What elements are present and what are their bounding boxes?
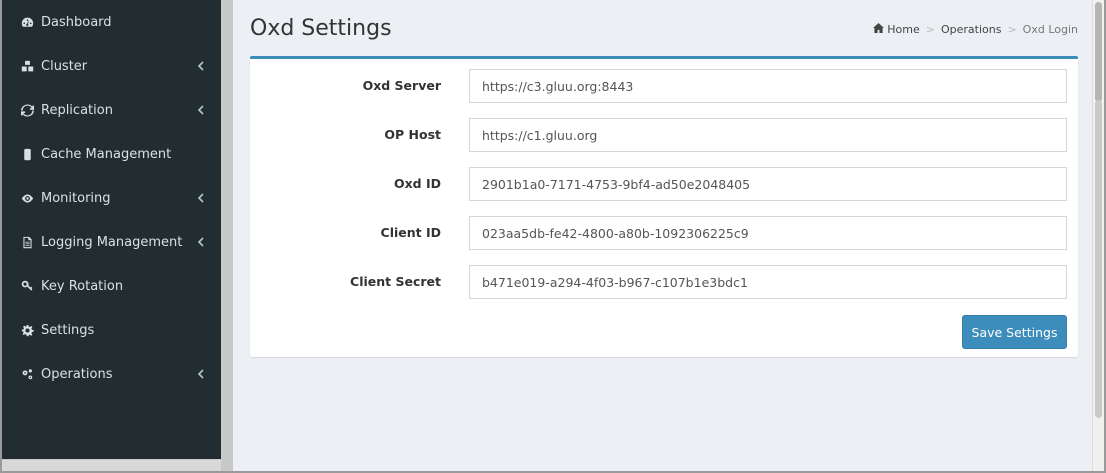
refresh-icon xyxy=(20,103,34,117)
gears-icon xyxy=(20,367,34,381)
app-window: Dashboard Cluster Replication Cache Mana… xyxy=(0,0,1106,473)
scrollbar-track-segment xyxy=(1095,100,1102,418)
chevron-left-icon xyxy=(195,236,205,248)
breadcrumb-current: Oxd Login xyxy=(1022,23,1078,36)
chevron-left-icon xyxy=(195,368,205,380)
sidebar-item-label: Dashboard xyxy=(41,14,112,30)
vertical-scrollbar[interactable] xyxy=(1092,0,1104,471)
sidebar-item-label: Settings xyxy=(41,322,95,338)
form-row-client-id: Client ID xyxy=(250,216,1078,250)
sidebar-item-cluster[interactable]: Cluster xyxy=(2,44,221,88)
sidebar-item-cache-management[interactable]: Cache Management xyxy=(2,132,221,176)
oxd-id-label: Oxd ID xyxy=(393,176,441,191)
chevron-left-icon xyxy=(195,192,205,204)
sidebar-item-key-rotation[interactable]: Key Rotation xyxy=(2,264,221,308)
sidebar-item-label: Replication xyxy=(41,102,113,118)
breadcrumb-home-label: Home xyxy=(887,23,920,36)
form-row-op-host: OP Host xyxy=(250,118,1078,152)
form-row-oxd-id: Oxd ID xyxy=(250,167,1078,201)
oxd-server-label: Oxd Server xyxy=(362,78,441,93)
form-row-oxd-server: Oxd Server xyxy=(250,69,1078,103)
sidebar-horizontal-scrollbar[interactable] xyxy=(2,459,221,471)
breadcrumb: Home > Operations > Oxd Login xyxy=(873,23,1078,36)
file-text-icon xyxy=(20,235,34,249)
database-icon xyxy=(20,147,34,161)
main-content: Oxd Settings Home > Operations > Oxd Log… xyxy=(233,0,1092,471)
sidebar-item-label: Cache Management xyxy=(41,146,172,162)
form-row-client-secret: Client Secret xyxy=(250,265,1078,299)
chevron-left-icon xyxy=(195,60,205,72)
sidebar-item-label: Key Rotation xyxy=(41,278,124,294)
sidebar-item-monitoring[interactable]: Monitoring xyxy=(2,176,221,220)
client-id-input[interactable] xyxy=(469,216,1067,250)
eye-icon xyxy=(20,191,34,205)
client-id-label: Client ID xyxy=(380,225,441,240)
dashboard-icon xyxy=(20,15,34,29)
sidebar-item-label: Logging Management xyxy=(41,234,183,250)
sidebar-item-label: Cluster xyxy=(41,58,88,74)
sidebar-item-label: Monitoring xyxy=(41,190,111,206)
sidebar-item-dashboard[interactable]: Dashboard xyxy=(2,0,221,44)
page-title: Oxd Settings xyxy=(250,16,392,41)
sidebar-item-logging-management[interactable]: Logging Management xyxy=(2,220,221,264)
sidebar: Dashboard Cluster Replication Cache Mana… xyxy=(2,0,221,461)
settings-form-box: Oxd Server OP Host Oxd ID Client ID Clie… xyxy=(250,56,1078,357)
breadcrumb-separator: > xyxy=(1007,23,1017,36)
sidebar-item-replication[interactable]: Replication xyxy=(2,88,221,132)
gear-icon xyxy=(20,323,34,337)
op-host-input[interactable] xyxy=(469,118,1067,152)
oxd-id-input[interactable] xyxy=(469,167,1067,201)
op-host-label: OP Host xyxy=(384,127,441,142)
sidebar-item-settings[interactable]: Settings xyxy=(2,308,221,352)
breadcrumb-home[interactable]: Home xyxy=(873,23,920,36)
sidebar-item-label: Operations xyxy=(41,366,113,382)
breadcrumb-separator: > xyxy=(925,23,935,36)
oxd-server-input[interactable] xyxy=(469,69,1067,103)
client-secret-label: Client Secret xyxy=(350,274,441,289)
breadcrumb-operations[interactable]: Operations xyxy=(941,23,1001,36)
home-icon xyxy=(873,23,885,33)
save-settings-button[interactable]: Save Settings xyxy=(962,315,1067,349)
client-secret-input[interactable] xyxy=(469,265,1067,299)
sidebar-divider xyxy=(221,0,233,471)
scrollbar-thumb[interactable] xyxy=(1095,2,1102,102)
sidebar-item-operations[interactable]: Operations xyxy=(2,352,221,396)
cubes-icon xyxy=(20,59,34,73)
chevron-left-icon xyxy=(195,104,205,116)
key-icon xyxy=(20,279,34,293)
